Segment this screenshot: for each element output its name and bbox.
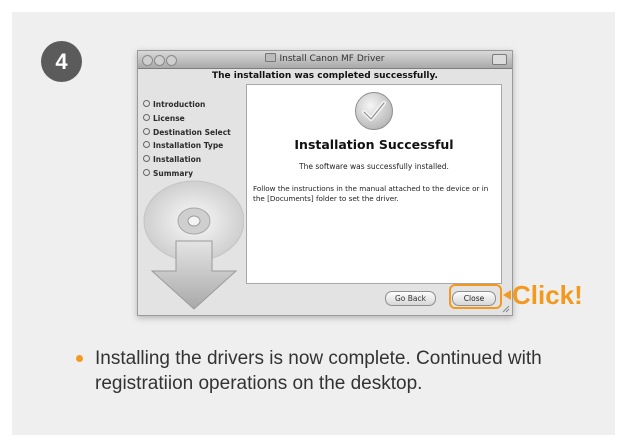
- sidebar-step-installation: Installation: [143, 153, 243, 167]
- step-bullet-icon: [143, 168, 150, 176]
- cd-install-icon: [143, 180, 244, 310]
- close-button-highlight: [449, 284, 502, 309]
- sidebar-step-installation-type: Installation Type: [143, 139, 243, 153]
- installer-steps-sidebar: Introduction License Destination Select …: [143, 98, 243, 181]
- go-back-button[interactable]: Go Back: [385, 291, 436, 306]
- pointer-arrow-icon: [503, 290, 511, 300]
- sidebar-step-destination-select: Destination Select: [143, 126, 243, 140]
- step-bullet-icon: [143, 141, 150, 149]
- step-bullet-icon: [143, 127, 150, 135]
- instructions-text: Follow the instructions in the manual at…: [253, 184, 489, 203]
- toolbar-toggle-button[interactable]: [492, 54, 507, 65]
- window-title-text: Install Canon MF Driver: [279, 54, 385, 64]
- sidebar-step-introduction: Introduction: [143, 98, 243, 112]
- resize-grip-icon[interactable]: [501, 304, 510, 313]
- step-bullet-icon: [143, 155, 150, 163]
- step-number-badge: 4: [41, 41, 82, 82]
- completion-note: Installing the drivers is now complete. …: [76, 346, 595, 396]
- bullet-icon: [76, 355, 83, 362]
- window-titlebar: Install Canon MF Driver: [138, 51, 512, 69]
- success-message: The software was successfully installed.: [299, 162, 449, 171]
- click-callout: Click!: [512, 280, 583, 310]
- sidebar-step-summary: Summary: [143, 167, 243, 181]
- step-bullet-icon: [143, 100, 150, 107]
- success-title: Installation Successful: [294, 137, 454, 152]
- step-bullet-icon: [143, 113, 150, 121]
- window-heading: The installation was completed successfu…: [212, 71, 438, 81]
- sidebar-step-license: License: [143, 112, 243, 126]
- window-title: Install Canon MF Driver: [138, 53, 512, 64]
- installer-window: Install Canon MF Driver The installation…: [137, 50, 513, 316]
- content-pane: Installation Successful The software was…: [246, 84, 502, 284]
- checkmark-icon: [355, 92, 393, 130]
- completion-note-text: Installing the drivers is now complete. …: [95, 348, 542, 394]
- disk-icon: [265, 53, 277, 62]
